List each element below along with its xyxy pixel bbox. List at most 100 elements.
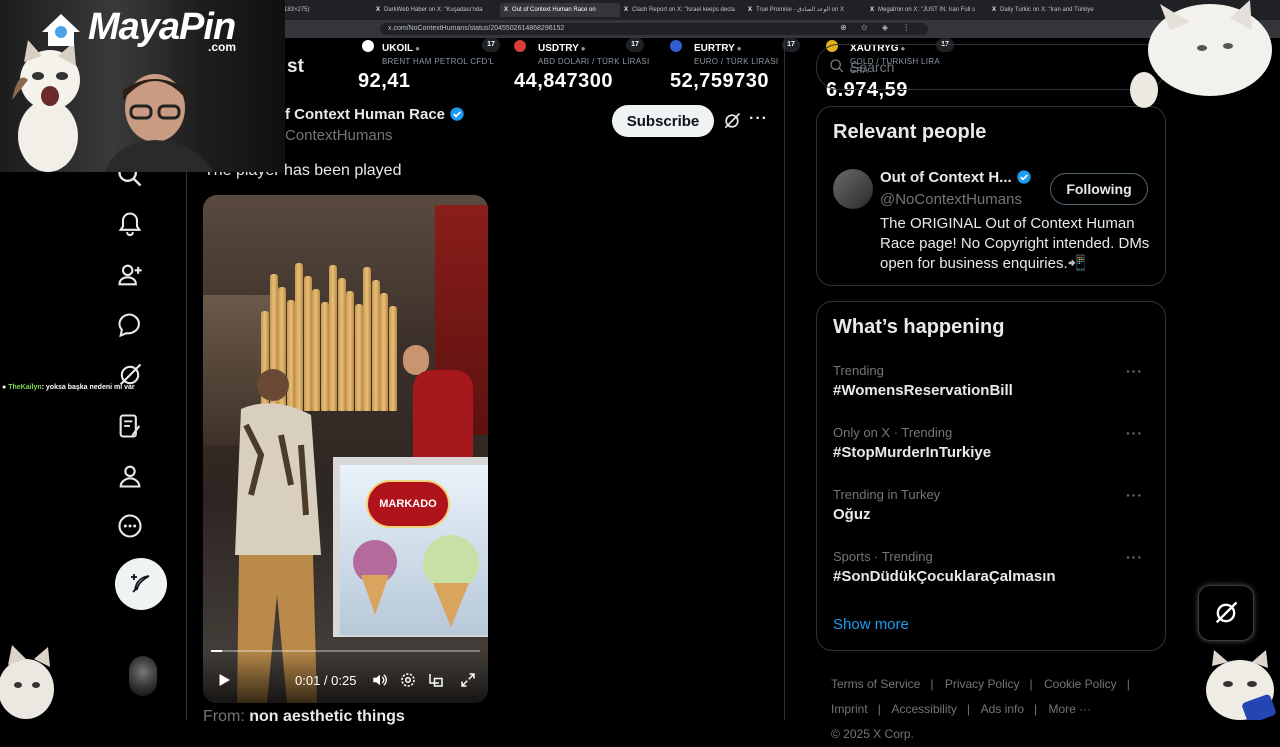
footer-link[interactable]: Ads info	[981, 702, 1024, 716]
footer-link[interactable]: More ···	[1048, 702, 1091, 716]
browser-tab-label: Clash Report on X: "Israel keeps decla	[632, 7, 735, 13]
footer-links: Terms of Service | Privacy Policy | Cookie…	[831, 677, 1130, 741]
trend-more-button[interactable]: ···	[1126, 425, 1143, 441]
trend-item[interactable]: Trending #WomensReservationBill ···	[833, 363, 1153, 399]
ticker-value: 92,41	[358, 70, 411, 92]
ticker-value: 44,847300	[514, 70, 614, 92]
card-title: What’s happening	[833, 316, 1005, 338]
x-logo-icon: X	[748, 7, 753, 13]
us-flag-icon	[514, 40, 526, 52]
eu-flag-icon	[670, 40, 682, 52]
show-more-link[interactable]: Show more	[833, 616, 909, 633]
trend-meta: Sports · Trending	[833, 549, 933, 564]
browser-tab[interactable]: X Daily Turkic on X: "Iran and Türkiye	[992, 3, 1104, 17]
chat-bubble-icon[interactable]	[116, 311, 144, 339]
store-sign: MARKADO	[366, 480, 450, 528]
grok-explain-icon[interactable]	[722, 111, 742, 131]
follow-people-icon[interactable]	[116, 261, 144, 289]
copyright: © 2025 X Corp.	[831, 727, 914, 741]
trend-meta: Trending in Turkey	[833, 487, 941, 502]
cone	[363, 267, 371, 411]
play-icon[interactable]	[215, 671, 233, 689]
author-name[interactable]: f Context Human Race	[285, 106, 465, 123]
search-icon	[830, 59, 844, 73]
author-handle[interactable]: ContextHumans	[285, 127, 393, 144]
column-divider	[784, 38, 785, 720]
browser-tab[interactable]: X Clash Report on X: "Israel keeps decla	[624, 3, 736, 17]
verified-badge-icon	[1016, 170, 1031, 184]
browser-tab-label: DarkWeb Haber on X: "Kuşadası'nda	[384, 7, 483, 13]
trend-more-button[interactable]: ···	[1126, 549, 1143, 565]
trend-name: #SonDüdükÇocuklaraÇalmasın	[833, 568, 1056, 585]
trend-more-button[interactable]: ···	[1126, 363, 1143, 379]
browser-tab-label: (183×275)	[282, 7, 310, 13]
lists-icon[interactable]	[116, 412, 144, 440]
card-title: Relevant people	[833, 121, 987, 143]
ticker-symbol: UKOIL	[382, 43, 414, 54]
trend-meta: Trending	[833, 363, 884, 378]
avatar[interactable]	[833, 169, 873, 209]
profile-icon[interactable]	[116, 462, 144, 490]
chat-username: TheKailyn	[8, 384, 42, 391]
trend-item[interactable]: Only on X · Trending #StopMurderInTurkiy…	[833, 425, 1153, 461]
footer-link[interactable]: Imprint	[831, 702, 868, 716]
chat-icon: ●	[2, 384, 7, 391]
footer-link[interactable]: Terms of Service	[831, 677, 920, 691]
more-circle-icon[interactable]	[116, 512, 144, 540]
search-placeholder: Search	[850, 59, 895, 75]
trend-item[interactable]: Sports · Trending #SonDüdükÇocuklaraÇalm…	[833, 549, 1153, 585]
grok-floating-button[interactable]	[1198, 585, 1254, 641]
tradingview-icon: 17	[626, 38, 644, 52]
ice-cream-cone	[361, 575, 389, 615]
browser-tab-label: Out of Context Human Race on	[512, 7, 596, 13]
settings-gear-icon[interactable]	[399, 671, 417, 689]
footer-link[interactable]: Accessibility	[891, 702, 956, 716]
person-bio: The ORIGINAL Out of Context Human Race p…	[880, 215, 1150, 272]
video-time: 0:01 / 0:25	[295, 673, 357, 688]
ticker-desc: EURO / TÜRK LİRASI	[694, 57, 779, 66]
trend-more-button[interactable]: ···	[1126, 487, 1143, 503]
browser-tab[interactable]: X Megatron on X: "JUST IN: Iran Full s	[870, 3, 982, 17]
person-handle[interactable]: @NoContextHumans	[880, 191, 1022, 208]
ticker-item: USDTRY ● ABD DOLARI / TÜRK LİRASI 44,8473…	[514, 38, 650, 93]
ticker-symbol: USDTRY	[538, 43, 579, 54]
subscribe-button[interactable]: Subscribe	[612, 105, 714, 137]
logo-hat-icon	[42, 14, 80, 46]
ticker-value: 52,759730	[670, 70, 770, 92]
browser-tab[interactable]: X Out of Context Human Race on	[500, 3, 620, 17]
video-player[interactable]: MARKADO 0:01 / 0:25	[203, 195, 488, 703]
browser-tab[interactable]: X True Promise - الوعد الصادق on X	[748, 3, 860, 17]
page-title: st	[287, 56, 304, 77]
pip-icon[interactable]	[427, 671, 445, 689]
following-button[interactable]: Following	[1050, 173, 1148, 205]
oil-drop-icon	[362, 40, 374, 52]
more-options-button[interactable]: ···	[749, 110, 768, 128]
volume-icon[interactable]	[371, 671, 389, 689]
toolbar-icons[interactable]: ⊕ ✩ ◈ ⋮	[840, 23, 916, 32]
cone	[354, 304, 363, 411]
video-source[interactable]: From: non aesthetic things	[203, 708, 405, 726]
notifications-bell-icon[interactable]	[116, 210, 144, 238]
fullscreen-icon[interactable]	[459, 671, 477, 689]
cone	[346, 291, 354, 411]
cat-sticker	[1206, 650, 1276, 720]
footer-link[interactable]: Privacy Policy	[945, 677, 1020, 691]
account-avatar[interactable]	[129, 656, 157, 696]
compose-post-button[interactable]	[115, 558, 167, 610]
trend-item[interactable]: Trending in Turkey Oğuz ···	[833, 487, 1153, 523]
browser-tab[interactable]: X DarkWeb Haber on X: "Kuşadası'nda	[376, 3, 488, 17]
ticker-item: EURTRY ● EURO / TÜRK LİRASI 52,759730 17	[670, 38, 800, 93]
trend-name: Oğuz	[833, 506, 871, 523]
cone	[388, 306, 397, 411]
feather-plus-icon	[131, 574, 150, 593]
browser-tab-label: Megatron on X: "JUST IN: Iran Full s	[878, 7, 976, 13]
logo-subtext: .com	[208, 40, 237, 54]
author-name-text: f Context Human Race	[285, 106, 446, 123]
browser-tab-label: True Promise - الوعد الصادق on X	[756, 7, 845, 13]
grok-icon	[1215, 601, 1238, 624]
trend-meta: Only on X · Trending	[833, 425, 953, 440]
video-progress-bar[interactable]	[211, 650, 480, 652]
verified-badge-icon	[450, 107, 464, 121]
person-name[interactable]: Out of Context H...	[880, 169, 1032, 186]
footer-link[interactable]: Cookie Policy	[1044, 677, 1117, 691]
